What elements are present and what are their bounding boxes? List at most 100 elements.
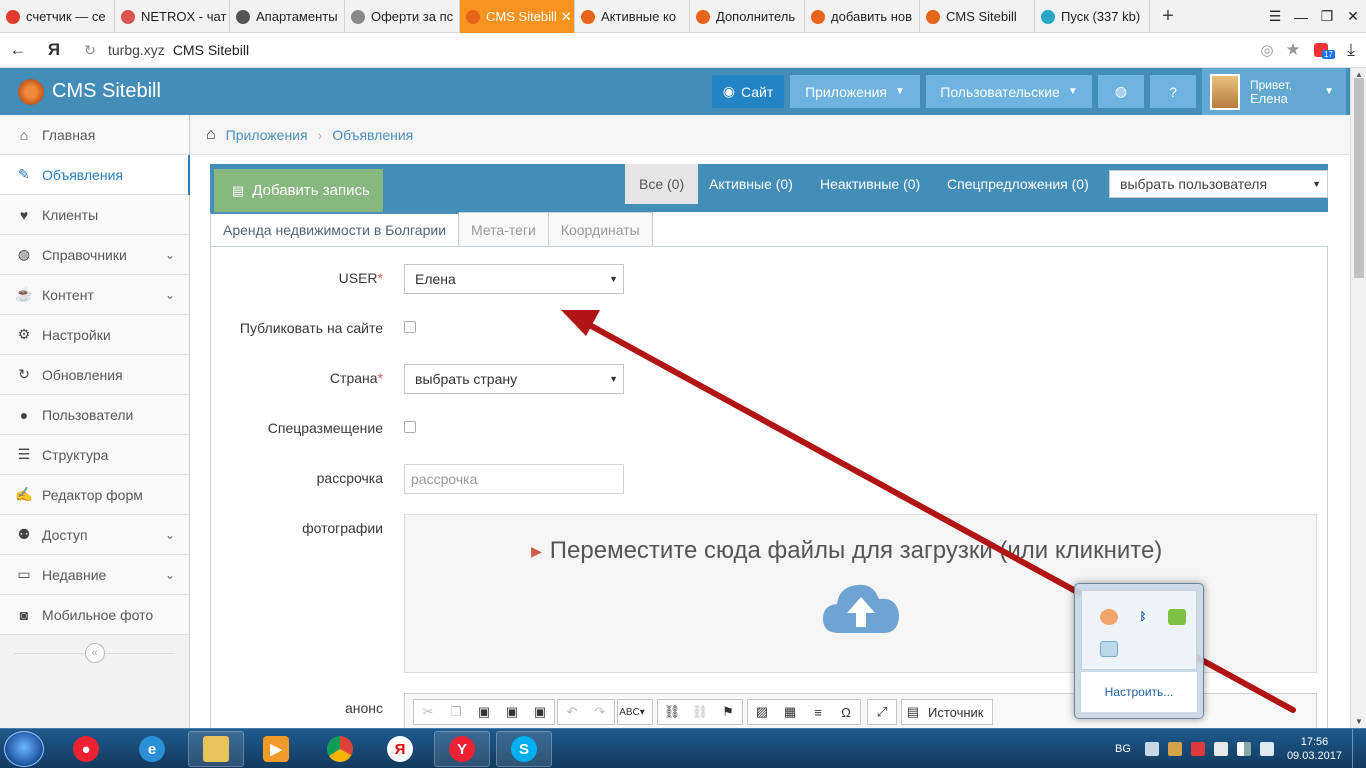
bookmark-star-icon[interactable]: ★ bbox=[1280, 33, 1306, 68]
bluetooth-icon[interactable]: ᛒ bbox=[1134, 609, 1152, 625]
home-icon[interactable]: ⌂ bbox=[206, 126, 216, 144]
cut-icon[interactable]: ✂ bbox=[414, 704, 442, 720]
paste-text-icon[interactable]: ▣ bbox=[498, 704, 526, 720]
sidebar-item[interactable]: ▭ Недавние ⌄ bbox=[0, 555, 189, 595]
volume-icon[interactable] bbox=[1259, 742, 1274, 756]
paste-word-icon[interactable]: ▣ bbox=[526, 704, 554, 720]
browser-tab[interactable]: Апартаменты bbox=[230, 0, 345, 33]
show-desktop-button[interactable] bbox=[1352, 729, 1366, 768]
spellcheck-icon[interactable]: ABC▾ bbox=[618, 707, 646, 718]
sidebar-item[interactable]: ♥ Клиенты bbox=[0, 195, 189, 235]
horizontal-line-icon[interactable]: ≡ bbox=[804, 705, 832, 720]
minimize-icon[interactable]: — bbox=[1288, 0, 1314, 33]
close-tab-icon[interactable]: ✕ bbox=[557, 9, 572, 25]
paste-icon[interactable]: ▣ bbox=[470, 704, 498, 720]
filter-active[interactable]: Активные (0) bbox=[709, 164, 793, 204]
browser-tab[interactable]: счетчик — се bbox=[0, 0, 115, 33]
yandex-button[interactable]: Я bbox=[36, 33, 72, 68]
globe-button[interactable]: ◍ bbox=[1098, 75, 1144, 108]
user-menu-button[interactable]: Пользовательские ▼ bbox=[926, 75, 1092, 108]
tray-app-icon[interactable] bbox=[1100, 609, 1118, 625]
restore-icon[interactable]: ❐ bbox=[1314, 0, 1340, 33]
maximize-icon[interactable]: ⤢ bbox=[868, 704, 896, 720]
help-button[interactable]: ? bbox=[1150, 75, 1196, 108]
clock[interactable]: 17:56 09.03.2017 bbox=[1287, 735, 1342, 763]
browser-tab[interactable]: Пуск (337 kb) bbox=[1035, 0, 1150, 33]
download-icon[interactable]: ⤓ bbox=[1336, 33, 1366, 68]
sidebar-item[interactable]: ✍ Редактор форм bbox=[0, 475, 189, 515]
user-select[interactable]: Елена ▼ bbox=[404, 264, 624, 294]
sidebar-item[interactable]: ● Пользователи bbox=[0, 395, 189, 435]
undo-icon[interactable]: ↶ bbox=[558, 704, 586, 720]
start-button[interactable] bbox=[4, 731, 44, 767]
redo-icon[interactable]: ↷ bbox=[586, 704, 614, 720]
link-icon[interactable]: ⛓ bbox=[658, 704, 686, 720]
tab-meta-tags[interactable]: Мета-теги bbox=[459, 212, 549, 247]
taskbar-yandex-browser-app[interactable]: Y bbox=[434, 731, 490, 767]
scroll-down-icon[interactable]: ▼ bbox=[1351, 717, 1366, 726]
menu-icon[interactable]: ☰ bbox=[1262, 0, 1288, 33]
unlink-icon[interactable]: ⛓ bbox=[686, 704, 714, 720]
publish-checkbox[interactable] bbox=[404, 321, 416, 333]
copy-icon[interactable]: ❐ bbox=[442, 704, 470, 720]
browser-tab[interactable]: Активные ко bbox=[575, 0, 690, 33]
apps-menu-button[interactable]: Приложения ▼ bbox=[790, 75, 920, 108]
sidebar-item[interactable]: ◙ Мобильное фото bbox=[0, 595, 189, 635]
taskbar-mic-app[interactable]: ● bbox=[58, 731, 114, 767]
browser-tab[interactable]: Дополнитель bbox=[690, 0, 805, 33]
brand[interactable]: CMS Sitebill bbox=[0, 78, 700, 105]
special-placement-checkbox[interactable] bbox=[404, 421, 416, 433]
special-char-icon[interactable]: Ω bbox=[832, 705, 860, 720]
browser-tab[interactable]: CMS Sitebill ✕ bbox=[460, 0, 575, 33]
taskbar-yandex-app[interactable]: Я bbox=[372, 731, 428, 767]
sidebar-item[interactable]: ◍ Справочники ⌄ bbox=[0, 235, 189, 275]
taskbar-chrome-app[interactable] bbox=[312, 731, 368, 767]
tab-coordinates[interactable]: Координаты bbox=[548, 212, 653, 247]
new-tab-button[interactable]: + bbox=[1150, 0, 1186, 33]
browser-tab[interactable]: Оферти за пс bbox=[345, 0, 460, 33]
collapse-sidebar-icon[interactable]: « bbox=[84, 643, 105, 663]
tray-network-app-icon[interactable] bbox=[1167, 742, 1182, 756]
site-button[interactable]: ◉ Сайт bbox=[712, 75, 784, 108]
image-icon[interactable]: ▨ bbox=[748, 704, 776, 720]
country-select[interactable]: выбрать страну ▼ bbox=[404, 364, 624, 394]
tray-flag-icon[interactable] bbox=[1190, 742, 1205, 756]
url-field[interactable]: turbg.xyz CMS Sitebill bbox=[108, 36, 1174, 64]
sidebar-item[interactable]: ↻ Обновления bbox=[0, 355, 189, 395]
table-icon[interactable]: ▦ bbox=[776, 704, 804, 720]
tray-device-icon[interactable] bbox=[1213, 742, 1228, 756]
browser-tab[interactable]: добавить нов bbox=[805, 0, 920, 33]
profile-menu[interactable]: Привет, Елена ▼ bbox=[1202, 68, 1346, 115]
sidebar-item[interactable]: ⚉ Доступ ⌄ bbox=[0, 515, 189, 555]
sidebar-item[interactable]: ☰ Структура bbox=[0, 435, 189, 475]
tray-configure-link[interactable]: Настроить... bbox=[1081, 672, 1197, 712]
tab-rent-bulgaria[interactable]: Аренда недвижимости в Болгарии bbox=[210, 212, 460, 247]
close-window-icon[interactable]: ✕ bbox=[1340, 0, 1366, 33]
filter-inactive[interactable]: Неактивные (0) bbox=[820, 164, 920, 204]
show-hidden-icons-icon[interactable] bbox=[1144, 742, 1159, 756]
tray-utility-icon[interactable] bbox=[1100, 641, 1118, 657]
add-record-button[interactable]: ▤ Добавить запись bbox=[214, 169, 383, 212]
sidebar-item[interactable]: ⚙ Настройки bbox=[0, 315, 189, 355]
reload-icon[interactable]: ↻ bbox=[72, 33, 108, 68]
taskbar-ie-app[interactable]: e bbox=[124, 731, 180, 767]
sidebar-item[interactable]: ⌂ Главная bbox=[0, 115, 189, 155]
browser-tab[interactable]: CMS Sitebill bbox=[920, 0, 1035, 33]
network-signal-icon[interactable] bbox=[1236, 742, 1251, 756]
filter-special-offers[interactable]: Спецпредложения (0) bbox=[947, 164, 1089, 204]
taskbar-skype-app[interactable]: S bbox=[496, 731, 552, 767]
sidebar-item[interactable]: ☕ Контент ⌄ bbox=[0, 275, 189, 315]
page-scrollbar[interactable]: ▲ ▼ bbox=[1350, 68, 1366, 728]
breadcrumb-item-ads[interactable]: Объявления bbox=[332, 127, 413, 143]
scrollbar-thumb[interactable] bbox=[1354, 78, 1364, 278]
translate-icon[interactable]: ◎ bbox=[1254, 33, 1280, 68]
language-indicator[interactable]: BG bbox=[1115, 743, 1131, 755]
installment-input[interactable]: рассрочка bbox=[404, 464, 624, 494]
back-button[interactable]: ← bbox=[0, 33, 36, 68]
anchor-flag-icon[interactable]: ⚑ bbox=[714, 704, 742, 720]
filter-all[interactable]: Все (0) bbox=[625, 164, 699, 204]
breadcrumb-item-apps[interactable]: Приложения bbox=[226, 127, 308, 143]
taskbar-explorer-app[interactable] bbox=[188, 731, 244, 767]
browser-tab[interactable]: NETROX - чат bbox=[115, 0, 230, 33]
extension-icon[interactable]: 17 bbox=[1306, 33, 1336, 68]
